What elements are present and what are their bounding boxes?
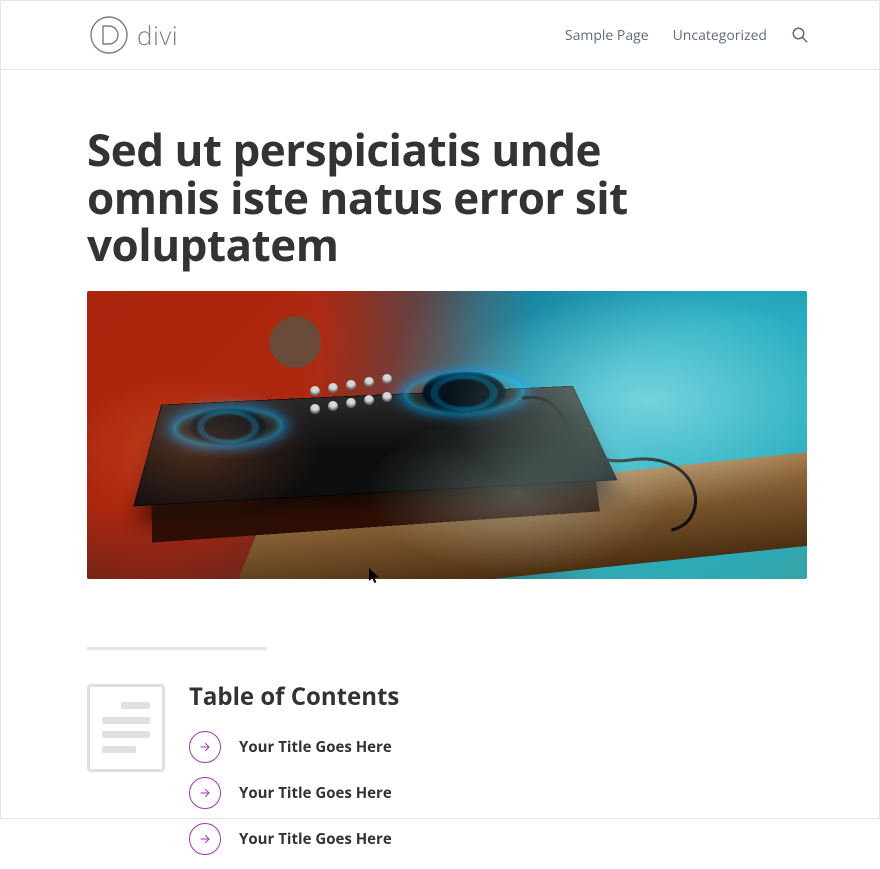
nav-link-uncategorized[interactable]: Uncategorized bbox=[673, 26, 767, 45]
nav-link-sample-page[interactable]: Sample Page bbox=[565, 26, 649, 45]
toc-item[interactable]: Your Title Goes Here bbox=[189, 823, 733, 855]
toc-item[interactable]: Your Title Goes Here bbox=[189, 777, 733, 809]
primary-nav: Sample Page Uncategorized bbox=[565, 26, 809, 45]
toc-heading: Table of Contents bbox=[189, 680, 733, 713]
toc-item-label: Your Title Goes Here bbox=[239, 737, 392, 757]
toc-item[interactable]: Your Title Goes Here bbox=[189, 731, 733, 763]
site-header: divi Sample Page Uncategorized bbox=[1, 1, 879, 70]
toc-item-label: Your Title Goes Here bbox=[239, 829, 392, 849]
featured-image bbox=[87, 291, 807, 579]
document-icon bbox=[87, 684, 165, 772]
post-title: Sed ut perspiciatis unde omnis iste natu… bbox=[87, 126, 733, 269]
main-content: Sed ut perspiciatis unde omnis iste natu… bbox=[1, 70, 807, 869]
toc-item-label: Your Title Goes Here bbox=[239, 783, 392, 803]
site-logo[interactable]: divi bbox=[89, 15, 178, 55]
table-of-contents: Table of Contents Your Title Goes Here Y… bbox=[87, 680, 733, 869]
logo-word: divi bbox=[137, 17, 178, 53]
arrow-right-icon bbox=[189, 823, 221, 855]
arrow-right-icon bbox=[189, 731, 221, 763]
logo-mark-icon bbox=[89, 15, 129, 55]
arrow-right-icon bbox=[189, 777, 221, 809]
section-divider bbox=[87, 647, 267, 650]
search-icon[interactable] bbox=[791, 26, 809, 44]
